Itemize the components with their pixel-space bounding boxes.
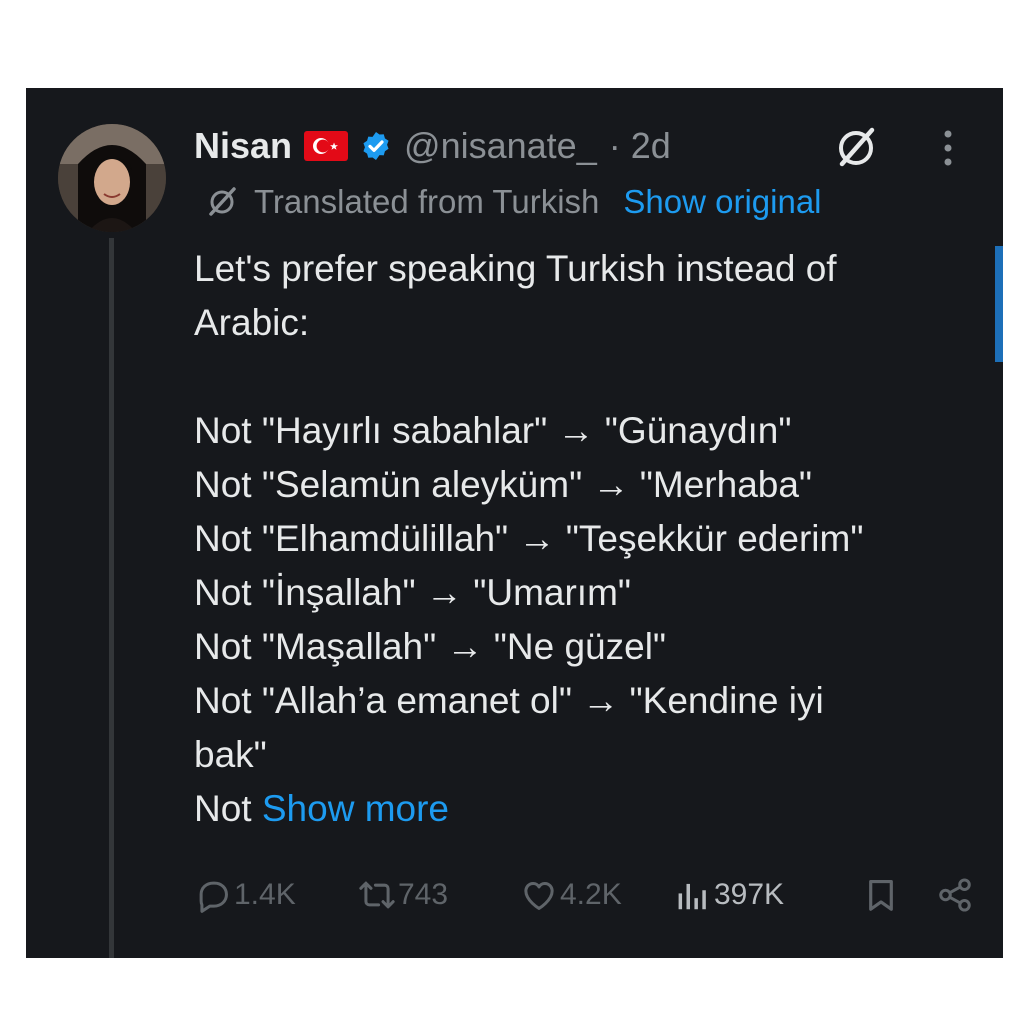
like-icon: [524, 881, 554, 910]
post-header: Nisan @nisanate_ · 2d: [194, 118, 671, 174]
post-text-line: [194, 350, 984, 404]
repost-count: 743: [398, 878, 449, 911]
post-text-line: Arabic:: [194, 302, 310, 343]
scrollbar[interactable]: [995, 246, 1003, 362]
post-text-line: Let's prefer speaking Turkish instead of: [194, 248, 837, 289]
post-text-line: bak": [194, 734, 267, 775]
views-button[interactable]: 397K: [674, 870, 784, 920]
post-text-prefix: Not: [194, 788, 262, 829]
bookmark-icon: [869, 879, 893, 911]
share-icon: [939, 878, 971, 912]
post-text-line: Not "Maşallah" → "Ne güzel": [194, 626, 667, 667]
grok-icon[interactable]: [832, 124, 880, 172]
post-time[interactable]: · 2d: [609, 125, 671, 167]
avatar[interactable]: [58, 124, 166, 232]
translation-row: Translated from Turkish Show original: [204, 178, 822, 226]
show-more-link[interactable]: Show more: [262, 788, 449, 829]
author-handle[interactable]: @nisanate_: [404, 125, 597, 167]
views-count: 397K: [714, 878, 785, 911]
reply-icon: [199, 881, 228, 913]
share-button[interactable]: [936, 870, 974, 920]
post-text-line: Not "Allah’a emanet ol" → "Kendine iyi: [194, 680, 824, 721]
reply-button[interactable]: 1.4K: [194, 870, 296, 920]
thread-line: [109, 238, 114, 958]
show-original-link[interactable]: Show original: [623, 183, 821, 221]
bookmark-button[interactable]: [862, 870, 900, 920]
repost-icon: [359, 881, 395, 909]
post-text-line: Not "Hayırlı sabahlar" → "Günaydın": [194, 410, 792, 451]
post-text-line: Not "İnşallah" → "Umarım": [194, 572, 632, 613]
post-text-last-line: Not Show more: [194, 782, 984, 836]
reply-count: 1.4K: [234, 878, 296, 911]
post-text: Let's prefer speaking Turkish instead of…: [194, 242, 984, 836]
like-button[interactable]: 4.2K: [520, 870, 622, 920]
post-card[interactable]: Nisan @nisanate_ · 2d Translated from Tu…: [26, 88, 1003, 958]
action-bar: 1.4K 743 4.2K 397K: [194, 870, 971, 920]
translated-label: Translated from Turkish: [254, 183, 600, 220]
verified-badge-icon[interactable]: [360, 130, 392, 162]
post-text-line: Not "Selamün aleyküm" → "Merhaba": [194, 464, 813, 505]
turkey-flag-icon: [304, 131, 349, 161]
more-vertical-icon[interactable]: [933, 126, 963, 170]
views-icon: [678, 883, 706, 910]
repost-button[interactable]: 743: [358, 870, 448, 920]
like-count: 4.2K: [560, 878, 622, 911]
post-text-line: Not "Elhamdülillah" → "Teşekkür ederim": [194, 518, 864, 559]
grok-icon: [209, 187, 236, 216]
author-name[interactable]: Nisan: [194, 125, 292, 167]
